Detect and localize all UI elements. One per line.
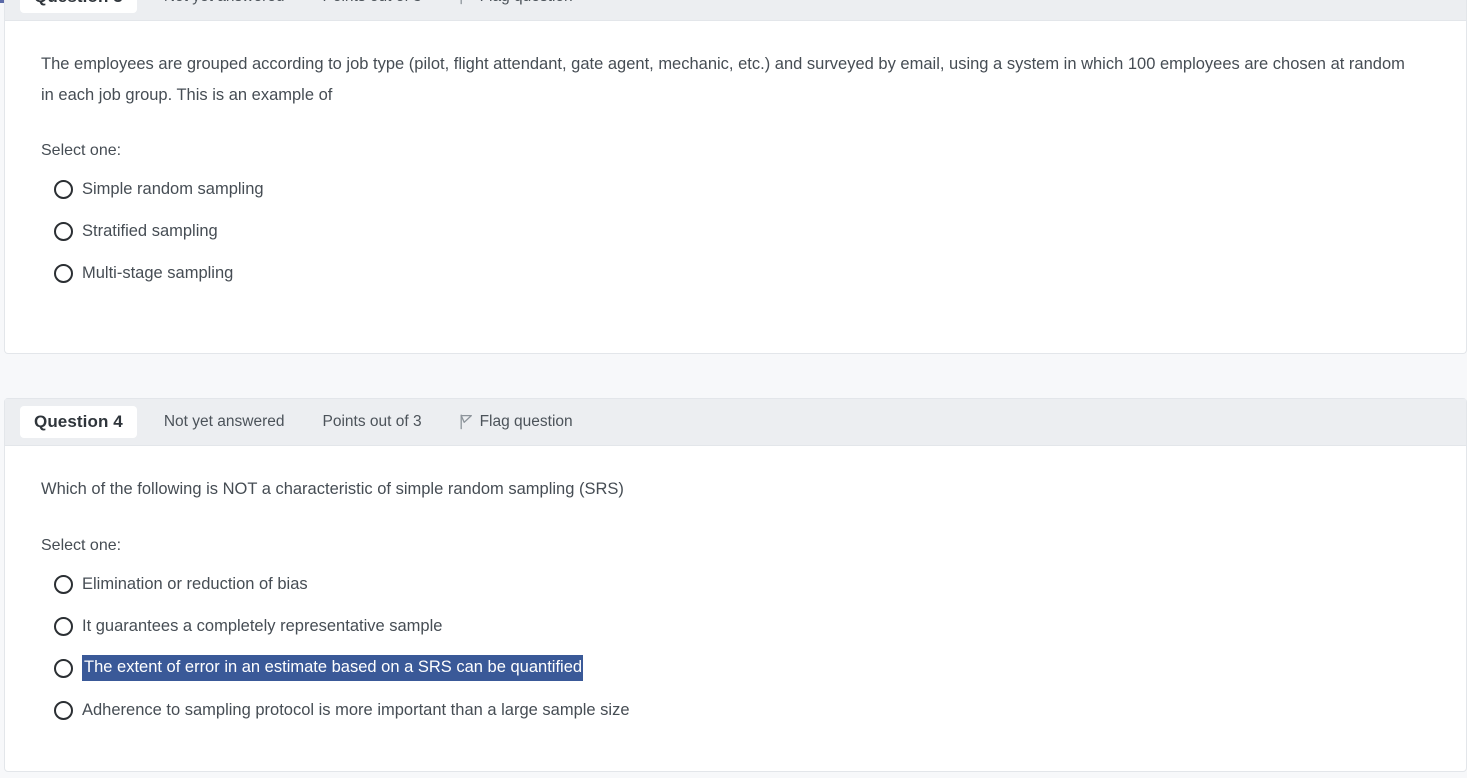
question-state-4: Not yet answered <box>163 413 285 430</box>
flag-icon <box>459 0 473 5</box>
question-header-3: Question 3 Not yet answered Points out o… <box>5 0 1466 21</box>
answer-label-4-1[interactable]: It guarantees a completely representativ… <box>82 615 442 637</box>
radio-button-3-0[interactable] <box>54 180 73 200</box>
answer-list-4: Elimination or reduction of bias It guar… <box>41 567 1430 728</box>
answer-label-3-1[interactable]: Stratified sampling <box>82 220 218 242</box>
flag-question-label-3: Flag question <box>480 0 573 6</box>
answer-option-3-0[interactable]: Simple random sampling <box>41 172 1430 207</box>
radio-button-3-1[interactable] <box>54 222 73 242</box>
answer-label-3-2[interactable]: Multi-stage sampling <box>82 262 233 284</box>
question-number-badge-3: Question 3 <box>20 0 137 13</box>
question-number-badge-4: Question 4 <box>20 406 137 438</box>
answer-option-4-0[interactable]: Elimination or reduction of bias <box>41 567 1430 602</box>
radio-button-3-2[interactable] <box>54 264 73 284</box>
question-header-4: Question 4 Not yet answered Points out o… <box>5 399 1466 446</box>
radio-button-4-3[interactable] <box>54 700 73 720</box>
flag-question-label-4: Flag question <box>479 413 573 430</box>
answer-option-3-1[interactable]: Stratified sampling <box>41 214 1430 249</box>
select-one-prompt-3: Select one: <box>41 142 122 160</box>
answer-option-4-3[interactable]: Adherence to sampling protocol is more i… <box>41 693 1430 728</box>
question-text-4: Which of the following is NOT a characte… <box>41 480 624 498</box>
answer-label-3-0[interactable]: Simple random sampling <box>82 178 264 200</box>
flag-icon <box>459 414 473 430</box>
radio-button-4-2[interactable] <box>54 658 73 678</box>
question-grade-3: Points out of 3 <box>322 0 421 6</box>
question-body-3: The employees are grouped according to j… <box>5 21 1466 318</box>
radio-button-4-1[interactable] <box>54 616 73 636</box>
question-card-3: Question 3 Not yet answered Points out o… <box>4 0 1467 354</box>
answer-label-4-3[interactable]: Adherence to sampling protocol is more i… <box>82 699 630 721</box>
answer-option-4-2[interactable]: The extent of error in an estimate based… <box>41 651 1430 686</box>
flag-question-button-4[interactable]: Flag question <box>459 413 573 431</box>
select-one-prompt-4: Select one: <box>41 536 122 554</box>
question-body-4: Which of the following is NOT a characte… <box>5 446 1466 755</box>
question-card-4: Question 4 Not yet answered Points out o… <box>4 398 1467 772</box>
quiz-page: Question 3 Not yet answered Points out o… <box>0 0 1467 778</box>
answer-option-4-1[interactable]: It guarantees a completely representativ… <box>41 609 1430 644</box>
question-grade-4: Points out of 3 <box>322 413 422 430</box>
answer-label-4-2[interactable]: The extent of error in an estimate based… <box>82 654 584 682</box>
answer-option-3-2[interactable]: Multi-stage sampling <box>41 256 1430 291</box>
answer-list-3: Simple random sampling Stratified sampli… <box>41 172 1430 291</box>
answer-label-4-0[interactable]: Elimination or reduction of bias <box>82 573 308 595</box>
question-text-3: The employees are grouped according to j… <box>41 55 1405 104</box>
radio-button-4-0[interactable] <box>54 574 73 594</box>
flag-question-button-3[interactable]: Flag question <box>459 0 573 6</box>
question-state-3: Not yet answered <box>164 0 285 6</box>
